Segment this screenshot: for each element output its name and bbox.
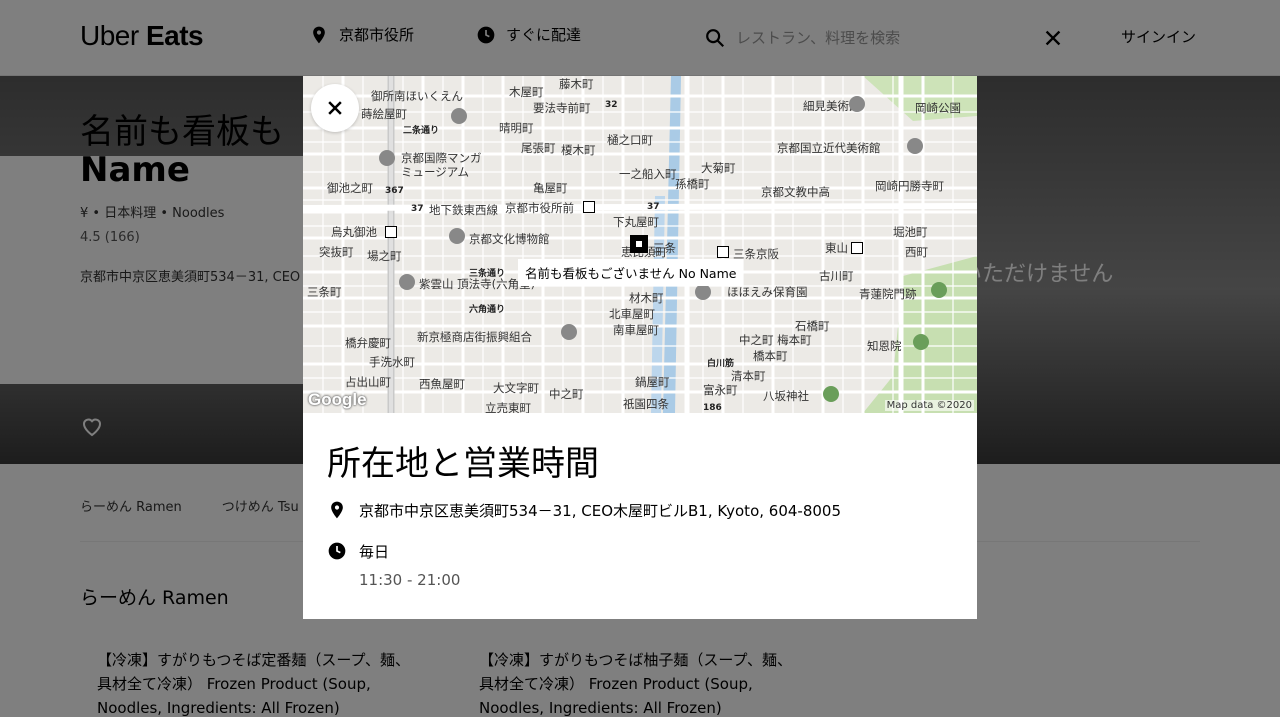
map-place-label: 鍋屋町 bbox=[635, 375, 670, 389]
map-road-label: 37 bbox=[411, 204, 424, 214]
map-place-label: 榎木町 bbox=[561, 143, 596, 157]
poi-icon bbox=[561, 324, 577, 340]
map-place-label: 一之船入町 bbox=[619, 167, 677, 181]
map-place-label: 堀池町 bbox=[893, 225, 928, 239]
address-row: 京都市中京区恵美須町534－31, CEO木屋町ビルB1, Kyoto, 604… bbox=[327, 500, 841, 521]
map-road-label: 32 bbox=[605, 100, 618, 110]
map-place-label: 祇園四条 bbox=[623, 397, 669, 411]
map-place-label: 亀屋町 bbox=[533, 181, 568, 195]
museum-icon bbox=[849, 96, 865, 112]
map-place-label: 京都文化博物館 bbox=[469, 232, 550, 246]
map-place-label: 材木町 bbox=[629, 291, 664, 305]
map-place-label: 立売東町 bbox=[485, 401, 531, 413]
map-pin-label: 名前も看板もございません No Name bbox=[518, 259, 744, 286]
map-place-label: 京都市役所前 bbox=[505, 201, 574, 215]
map-place-label: 岡崎公園 bbox=[915, 101, 961, 115]
shrine-icon bbox=[823, 386, 839, 402]
map-road-label: 367 bbox=[385, 186, 404, 196]
map-place-label: 橋本町 bbox=[753, 349, 788, 363]
map-place-label: 西魚屋町 bbox=[419, 377, 465, 391]
map-place-label: 樋之口町 bbox=[607, 133, 653, 147]
clock-icon bbox=[328, 542, 346, 560]
map-place-label: 富永町 bbox=[703, 383, 738, 397]
map-place-label: 古川町 bbox=[819, 269, 854, 283]
map-place-label: 御池之町 bbox=[327, 181, 373, 195]
map-place-label: 中之町 bbox=[549, 387, 584, 401]
map-place-label: ほほえみ保育園 bbox=[727, 285, 808, 299]
map-place-label: 知恩院 bbox=[867, 339, 902, 353]
location-hours-modal: 御所南ほいくえん 蒔絵屋町 木屋町 藤木町 要法寺前町 晴明町 細見美術館 岡崎公園 樋之口町京… bbox=[303, 76, 977, 619]
map-place-label: 大文字町 bbox=[493, 381, 539, 395]
close-icon bbox=[328, 101, 342, 115]
hours-text: 11:30 - 21:00 bbox=[359, 571, 461, 589]
map-place-label: 烏丸御池 bbox=[331, 225, 377, 239]
subway-station-icon bbox=[717, 246, 729, 258]
subway-station-icon bbox=[851, 242, 863, 254]
close-button[interactable] bbox=[311, 84, 359, 132]
map-place-label: 京都国立近代美術館 bbox=[777, 141, 881, 155]
restaurant-map-pin[interactable] bbox=[630, 235, 648, 253]
map-place-label: 御所南ほいくえん bbox=[371, 89, 463, 103]
poi-icon bbox=[451, 108, 467, 124]
map-road-label: 37 bbox=[647, 202, 660, 212]
map-place-label: 京都文教中高 bbox=[761, 185, 830, 199]
location-pin-icon bbox=[331, 501, 343, 519]
map-place-label: 青蓮院門跡 bbox=[859, 287, 917, 301]
map-place-label: 占出山町 bbox=[345, 375, 391, 389]
temple-icon bbox=[913, 334, 929, 350]
map-place-label: 要法寺前町 bbox=[533, 101, 591, 115]
map-place-label: 橋弁慶町 bbox=[345, 336, 391, 350]
map-place-label: 手洗水町 bbox=[369, 355, 415, 369]
map-place-label: 孫橋町 bbox=[675, 177, 710, 191]
subway-station-icon bbox=[385, 226, 397, 238]
map-place-label: 突抜町 bbox=[319, 245, 354, 259]
map-place-label: 藤木町 bbox=[559, 77, 594, 91]
map-place-label: 新京極商店街振興組合 bbox=[417, 330, 532, 344]
map-place-label: 場之町 bbox=[367, 249, 402, 263]
map-place-label: 八坂神社 bbox=[763, 389, 809, 403]
map-place-label: 蒔絵屋町 bbox=[361, 107, 407, 121]
map-place-label: ミュージアム bbox=[401, 165, 469, 179]
map-place-label: 大菊町 bbox=[701, 161, 736, 175]
museum-icon bbox=[449, 228, 465, 244]
temple-icon bbox=[931, 282, 947, 298]
map-place-label: 西町 bbox=[905, 245, 928, 259]
subway-station-icon bbox=[583, 201, 595, 213]
map-attribution[interactable]: Map data ©2020 bbox=[884, 400, 974, 411]
map-road-label: 186 bbox=[703, 403, 722, 413]
map-place-label: 東山 bbox=[825, 241, 848, 255]
map-view[interactable]: 御所南ほいくえん 蒔絵屋町 木屋町 藤木町 要法寺前町 晴明町 細見美術館 岡崎公園 樋之口町京… bbox=[303, 76, 977, 413]
map-road-label: 白川筋 bbox=[707, 359, 735, 369]
address-text: 京都市中京区恵美須町534－31, CEO木屋町ビルB1, Kyoto, 604… bbox=[359, 502, 841, 520]
museum-icon bbox=[379, 150, 395, 166]
pin-dot bbox=[636, 241, 642, 247]
map-place-label: 南車屋町 bbox=[613, 323, 659, 337]
map-place-label: 三条 bbox=[653, 241, 676, 255]
map-road-label: 六角通り bbox=[469, 305, 506, 315]
map-place-label: 岡崎円勝寺町 bbox=[875, 179, 944, 193]
map-place-label: 三条町 bbox=[307, 285, 342, 299]
map-road-label: 三条通り bbox=[469, 269, 506, 279]
map-place-label: 中之町 梅本町 bbox=[739, 333, 812, 347]
museum-icon bbox=[907, 138, 923, 154]
map-place-label: 尾張町 bbox=[521, 141, 556, 155]
map-place-label: 北車屋町 bbox=[609, 307, 655, 321]
poi-icon bbox=[695, 284, 711, 300]
days-text: 毎日 bbox=[359, 543, 390, 561]
google-logo: Google bbox=[308, 390, 367, 409]
hours-row: 毎日 bbox=[327, 541, 389, 562]
map-place-label: 地下鉄東西線 bbox=[429, 203, 498, 217]
map-place-label: 木屋町 bbox=[509, 85, 544, 99]
map-place-label: 晴明町 bbox=[499, 121, 534, 135]
map-road-label: 二条通り bbox=[403, 126, 440, 136]
modal-title: 所在地と営業時間 bbox=[327, 444, 599, 484]
map-place-label: 下丸屋町 bbox=[613, 215, 659, 229]
temple-icon bbox=[399, 274, 415, 290]
